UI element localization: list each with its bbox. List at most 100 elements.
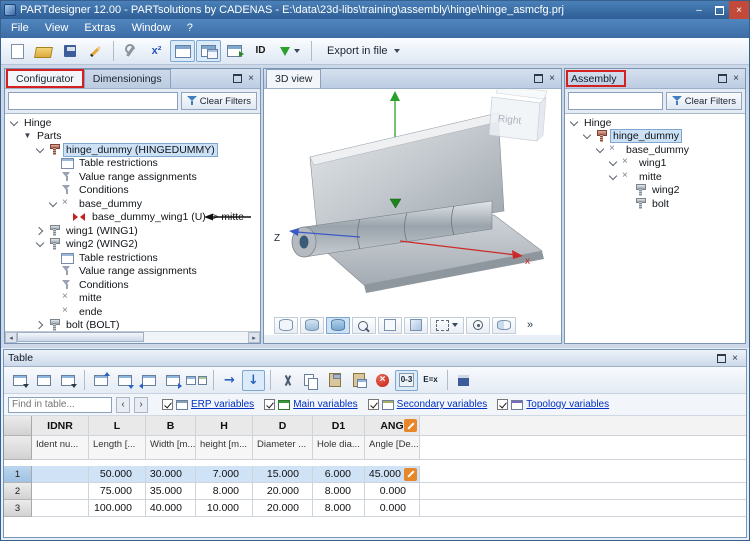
expander-icon[interactable] — [594, 144, 607, 156]
configurator-node-value-range-assignments[interactable]: Value range assignments — [5, 265, 260, 279]
selection-dropdown-button[interactable] — [430, 316, 464, 334]
table-row-3[interactable]: 3 100.000 40.000 10.000 20.000 8.000 0.000 — [4, 500, 746, 517]
cell-d[interactable]: 20.000 — [253, 500, 313, 517]
scroll-left-button[interactable]: ◂ — [5, 332, 17, 343]
row-below-button[interactable] — [113, 370, 136, 391]
configurator-node-hinge-dummy-hingedummy[interactable]: hinge_dummy (HINGEDUMMY) — [5, 142, 260, 157]
assembly-node-hinge-dummy[interactable]: hinge_dummy — [565, 129, 745, 144]
table-float-icon[interactable] — [714, 351, 728, 365]
paste-special-button[interactable] — [347, 370, 370, 391]
scroll-track[interactable] — [17, 332, 248, 343]
configurator-filter-input[interactable] — [8, 92, 178, 110]
column-header-d[interactable]: D — [253, 416, 313, 436]
expander-icon[interactable]: ▼ — [21, 130, 34, 142]
configurator-node-wing1-wing1[interactable]: wing1 (WING1) — [5, 224, 260, 238]
configurator-node-conditions[interactable]: Conditions — [5, 184, 260, 198]
maximize-button[interactable] — [709, 1, 729, 19]
cube-light-button[interactable] — [378, 316, 402, 334]
table-new-button[interactable] — [32, 370, 55, 391]
tab-dimensionings[interactable]: Dimensionings — [83, 69, 171, 88]
filter-link[interactable]: Topology variables — [526, 399, 609, 410]
filter-link[interactable]: ERP variables — [191, 399, 254, 410]
edit-pencil-icon[interactable] — [404, 467, 417, 481]
table-row-2[interactable]: 2 75.000 35.000 8.000 20.000 8.000 0.000 — [4, 483, 746, 500]
column-header-d1[interactable]: D1 — [313, 416, 365, 436]
column-header-l[interactable]: L — [89, 416, 146, 436]
row-above-button[interactable] — [89, 370, 112, 391]
configurator-node-wing2-wing2[interactable]: wing2 (WING2) — [5, 238, 260, 252]
expander-icon[interactable] — [607, 157, 620, 169]
table-view-button[interactable] — [170, 40, 195, 62]
cell-l[interactable]: 75.000 — [89, 483, 146, 500]
configurator-node-hinge[interactable]: Hinge — [5, 116, 260, 130]
minimize-button[interactable]: – — [689, 1, 709, 19]
cell-b[interactable]: 40.000 — [146, 500, 196, 517]
table-link-button[interactable] — [222, 40, 247, 62]
table-edit-button[interactable] — [56, 370, 79, 391]
cut-button[interactable] — [275, 370, 298, 391]
configurator-node-base-dummy[interactable]: base_dummy — [5, 197, 260, 211]
expander-icon[interactable] — [34, 238, 47, 250]
filter-secondary-variables[interactable]: Secondary variables — [367, 399, 488, 410]
expander-icon[interactable] — [607, 171, 620, 183]
expander-icon[interactable] — [8, 117, 21, 129]
scroll-thumb[interactable] — [17, 332, 145, 342]
new-document-button[interactable] — [5, 40, 30, 62]
cell-idnr[interactable] — [32, 483, 89, 500]
cell-h[interactable]: 8.000 — [196, 483, 253, 500]
expander-icon[interactable] — [47, 198, 60, 210]
close-button[interactable]: × — [729, 1, 749, 19]
badge-03-button[interactable] — [395, 369, 418, 391]
cell-idnr[interactable] — [32, 466, 89, 483]
column-header-ang[interactable]: ANG — [365, 416, 420, 436]
assembly-node-base-dummy[interactable]: base_dummy — [565, 143, 745, 157]
expander-icon[interactable] — [581, 130, 594, 142]
checkbox-topology-variables[interactable] — [497, 399, 509, 410]
tools-button[interactable] — [118, 40, 143, 62]
configurator-node-bolt-bolt[interactable]: bolt (BOLT) — [5, 319, 260, 331]
menu-window[interactable]: Window — [124, 19, 179, 38]
cell-d1[interactable]: 6.000 — [313, 466, 365, 483]
table-row-1[interactable]: 1 50.000 30.000 7.000 15.000 6.000 45.000 — [4, 466, 746, 483]
rotation-center-button[interactable] — [466, 316, 490, 334]
checkbox-secondary-variables[interactable] — [367, 399, 379, 410]
copy-button[interactable] — [299, 370, 322, 391]
merge-tables-button[interactable] — [185, 370, 208, 391]
table-close-icon[interactable]: × — [728, 351, 742, 365]
panel-close-icon[interactable]: × — [545, 72, 559, 86]
filter-link[interactable]: Secondary variables — [397, 399, 488, 410]
paste-button[interactable] — [323, 370, 346, 391]
cell-d1[interactable]: 8.000 — [313, 483, 365, 500]
cell-idnr[interactable] — [32, 500, 89, 517]
filter-link[interactable]: Main variables — [293, 399, 357, 410]
tab-configurator[interactable]: Configurator — [7, 69, 83, 88]
find-in-table-input[interactable] — [8, 396, 112, 413]
assembly-node-mitte[interactable]: mitte — [565, 170, 745, 184]
filter-erp-variables[interactable]: ERP variables — [162, 399, 254, 410]
edit-pencil-icon[interactable] — [404, 419, 417, 432]
panel-float-icon[interactable] — [230, 72, 244, 86]
column-header-idnr[interactable]: IDNR — [32, 416, 89, 436]
expander-icon[interactable] — [34, 144, 47, 156]
panel-float-icon[interactable] — [715, 72, 729, 86]
expander-icon[interactable] — [568, 117, 581, 129]
configurator-node-conditions[interactable]: Conditions — [5, 278, 260, 292]
zoom-fit-button[interactable] — [352, 316, 376, 334]
assembly-node-wing1[interactable]: wing1 — [565, 156, 745, 171]
menu-help[interactable]: ? — [179, 19, 201, 38]
configurator-node-mitte[interactable]: mitte — [5, 291, 260, 306]
column-header-h[interactable]: H — [196, 416, 253, 436]
cylinder-half-button[interactable] — [300, 316, 324, 334]
tab-3d-view[interactable]: 3D view — [266, 69, 322, 88]
edit-pen-button[interactable] — [83, 40, 108, 62]
configurator-node-value-range-assignments[interactable]: Value range assignments — [5, 170, 260, 184]
cell-l[interactable]: 50.000 — [89, 466, 146, 483]
cell-d[interactable]: 20.000 — [253, 483, 313, 500]
id-badge-button[interactable] — [248, 40, 273, 62]
assembly-node-hinge[interactable]: Hinge — [565, 116, 745, 130]
scroll-right-button[interactable]: ▸ — [248, 332, 260, 343]
menu-file[interactable]: File — [3, 19, 37, 38]
assembly-filter-input[interactable] — [568, 92, 663, 110]
assembly-node-wing2[interactable]: wing2 — [565, 184, 745, 198]
move-right-button[interactable] — [218, 370, 241, 391]
